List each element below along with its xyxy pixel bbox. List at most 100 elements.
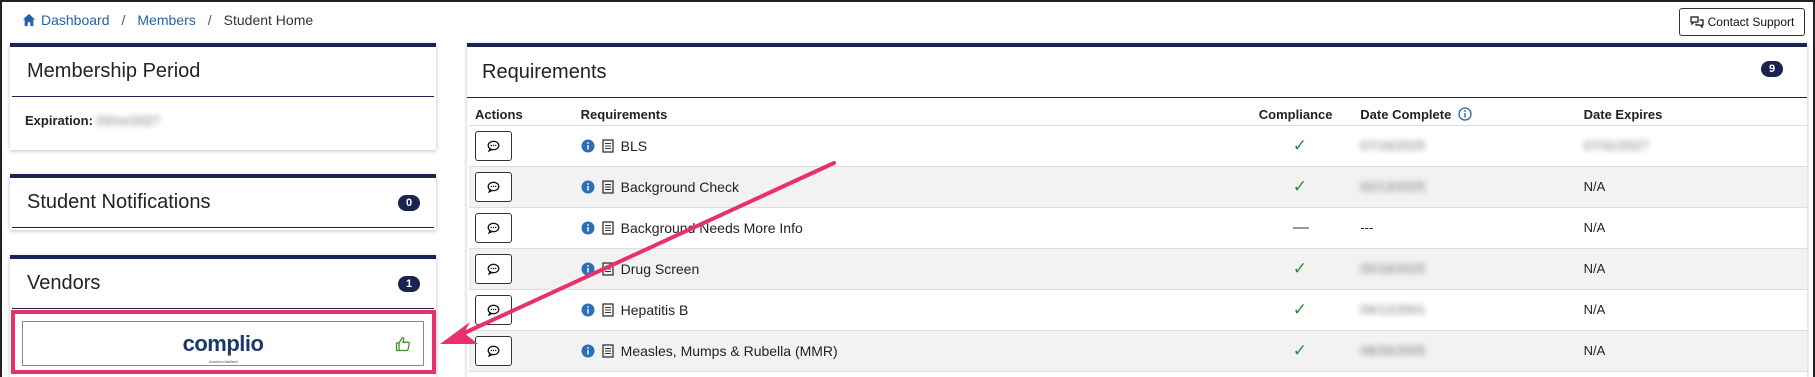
info-icon[interactable] [1458,107,1472,121]
chat-icon [487,345,500,357]
document-icon[interactable] [601,261,615,276]
date-expires-cell: N/A [1583,330,1807,372]
compliance-status: ✓ [1292,299,1308,319]
vendors-title-text: Vendors [27,272,101,294]
table-row: Hepatitis B ✓ 09/12/2001 N/A [469,289,1807,331]
actions-cell [469,207,581,249]
complio-tagline: American DataBank [208,358,238,364]
date-expires-value: N/A [1583,302,1606,317]
date-complete-cell: 05/16/2025 [1360,248,1584,290]
requirement-name[interactable]: Hepatitis B [621,302,689,318]
requirement-cell: Background Needs More Info [580,207,1259,249]
document-icon[interactable] [601,343,615,358]
date-complete-value: 09/12/2001 [1360,302,1426,317]
date-complete-value: 02/13/2025 [1360,179,1426,194]
breadcrumb-members-link[interactable]: Members [137,12,195,28]
comment-button[interactable] [475,212,512,243]
breadcrumb-separator: / [121,12,126,28]
expiration-value: 03/xx/2027 [96,113,161,128]
column-header-date-expires: Date Expires [1583,99,1807,126]
chat-icon [487,140,500,152]
actions-cell [469,125,581,167]
requirement-name[interactable]: BLS [621,138,647,154]
table-row: Drug Screen ✓ 05/16/2025 N/A [469,248,1807,290]
info-icon[interactable] [581,303,595,317]
compliance-status: ✓ [1292,340,1308,360]
comment-button[interactable] [475,294,512,325]
student-notifications-title-text: Student Notifications [27,191,211,213]
expiration-label: Expiration: [25,113,93,128]
requirements-panel: Requirements 9 Actions Requirements Comp… [467,43,1807,377]
comment-button[interactable] [475,171,512,202]
breadcrumb: Dashboard / Members / Student Home [22,10,313,30]
requirements-title: Requirements 9 [467,47,1807,98]
compliance-cell: ✓ [1258,289,1361,331]
info-icon[interactable] [581,221,595,235]
date-expires-cell: N/A [1583,166,1807,208]
compliance-cell: ✓ [1258,248,1361,290]
column-header-compliance: Compliance [1258,99,1361,126]
chat-icon [487,263,500,275]
requirement-name[interactable]: Background Needs More Info [621,220,803,236]
date-expires-value: N/A [1583,343,1606,358]
date-expires-cell: N/A [1583,207,1807,249]
compliance-status: ✓ [1292,135,1308,155]
date-expires-value: N/A [1583,261,1606,276]
date-complete-value: 05/16/2025 [1360,261,1426,276]
document-icon[interactable] [601,179,615,194]
actions-cell [469,248,581,290]
requirement-name[interactable]: Drug Screen [621,261,700,277]
document-icon[interactable] [601,302,615,317]
requirement-cell: Hepatitis B [580,289,1259,331]
table-row: Background Needs More Info — --- N/A [469,207,1807,249]
document-icon[interactable] [601,138,615,153]
chat-icon [487,222,500,234]
document-icon[interactable] [601,220,615,235]
contact-support-button[interactable]: Contact Support [1679,8,1805,36]
info-icon[interactable] [581,139,595,153]
comment-button[interactable] [475,253,512,284]
info-icon[interactable] [581,262,595,276]
column-header-actions: Actions [469,99,581,126]
requirement-cell: Measles, Mumps & Rubella (MMR) [580,330,1259,372]
table-row: Background Check ✓ 02/13/2025 N/A [469,166,1807,208]
actions-cell [469,330,581,372]
date-complete-cell: 09/12/2001 [1360,289,1584,331]
membership-period-body: Expiration: 03/xx/2027 [10,97,436,144]
date-expires-value: N/A [1583,220,1606,235]
home-icon [22,13,36,27]
chat-icon [487,304,500,316]
breadcrumb-separator: / [207,12,212,28]
date-complete-value: 07/16/2025 [1360,138,1426,153]
info-icon[interactable] [581,344,595,358]
notifications-count-badge: 0 [398,194,420,211]
date-expires-value: 07/31/2027 [1583,138,1649,153]
complio-logo: complio American DataBank [183,331,264,364]
requirements-table: Actions Requirements Compliance Date Com… [469,99,1807,372]
chat-icon [487,181,500,193]
actions-cell [469,289,581,331]
table-row: Measles, Mumps & Rubella (MMR) ✓ 08/26/2… [469,330,1807,372]
requirement-name[interactable]: Measles, Mumps & Rubella (MMR) [621,343,838,359]
breadcrumb-dashboard-link[interactable]: Dashboard [41,12,110,28]
requirement-cell: Background Check [580,166,1259,208]
date-complete-cell: 08/26/2005 [1360,330,1584,372]
requirements-count-badge: 9 [1761,61,1783,77]
vendors-count-badge: 1 [398,275,420,292]
date-expires-cell: N/A [1583,248,1807,290]
info-icon[interactable] [581,180,595,194]
requirements-title-text: Requirements [482,60,607,83]
column-header-date-complete: Date Complete [1360,99,1584,126]
compliance-status: ✓ [1292,176,1308,196]
student-notifications-title: Student Notifications 0 [12,178,434,228]
comment-button[interactable] [475,130,512,161]
date-complete-value: 08/26/2005 [1360,343,1426,358]
actions-cell [469,166,581,208]
date-complete-cell: --- [1360,207,1584,249]
requirement-name[interactable]: Background Check [621,179,739,195]
compliance-status: ✓ [1292,258,1308,278]
compliance-cell: — [1258,207,1361,249]
comment-button[interactable] [475,335,512,366]
vendor-complio-tile[interactable]: complio American DataBank [22,321,424,366]
date-complete-cell: 02/13/2025 [1360,166,1584,208]
